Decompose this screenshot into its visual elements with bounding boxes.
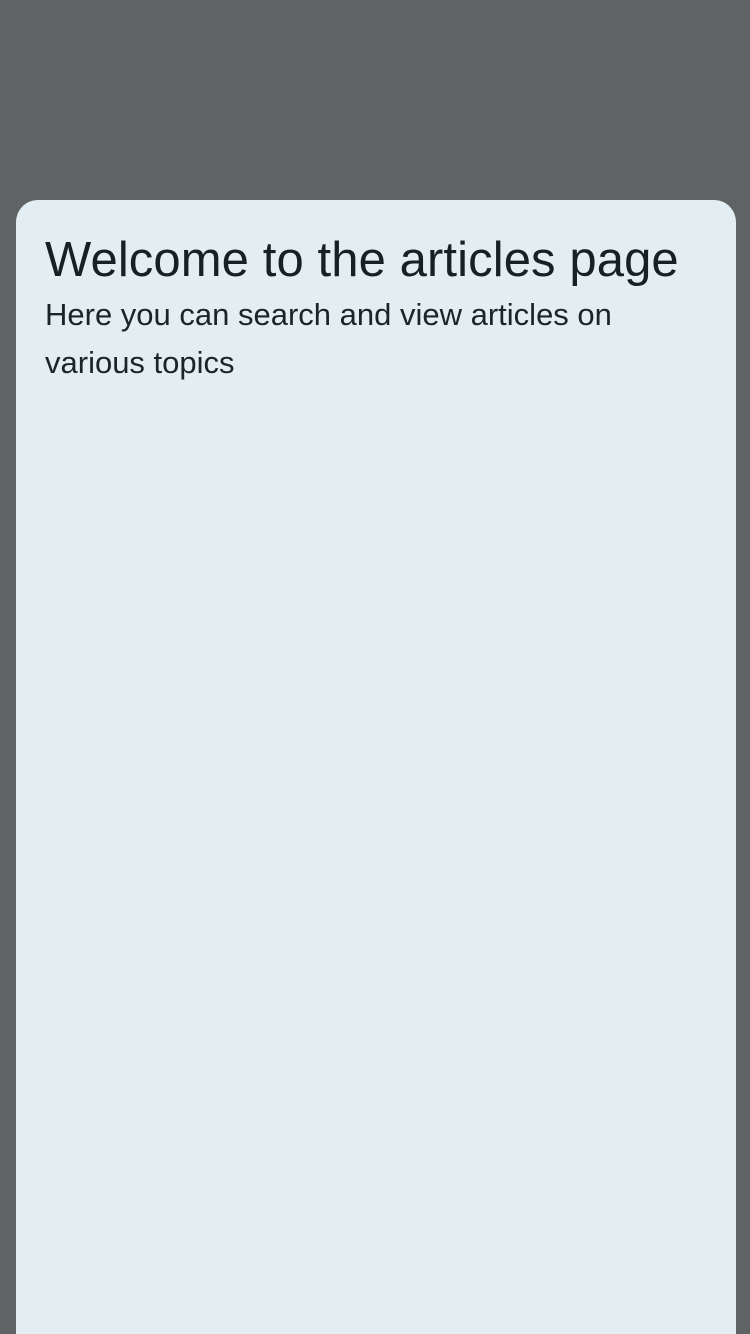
modal-backdrop[interactable] xyxy=(0,0,750,200)
page-title: Welcome to the articles page xyxy=(45,233,679,287)
page-subtitle: Here you can search and view articles on… xyxy=(45,297,612,380)
bottom-sheet: Welcome to the articles page Here you ca… xyxy=(16,200,736,1334)
